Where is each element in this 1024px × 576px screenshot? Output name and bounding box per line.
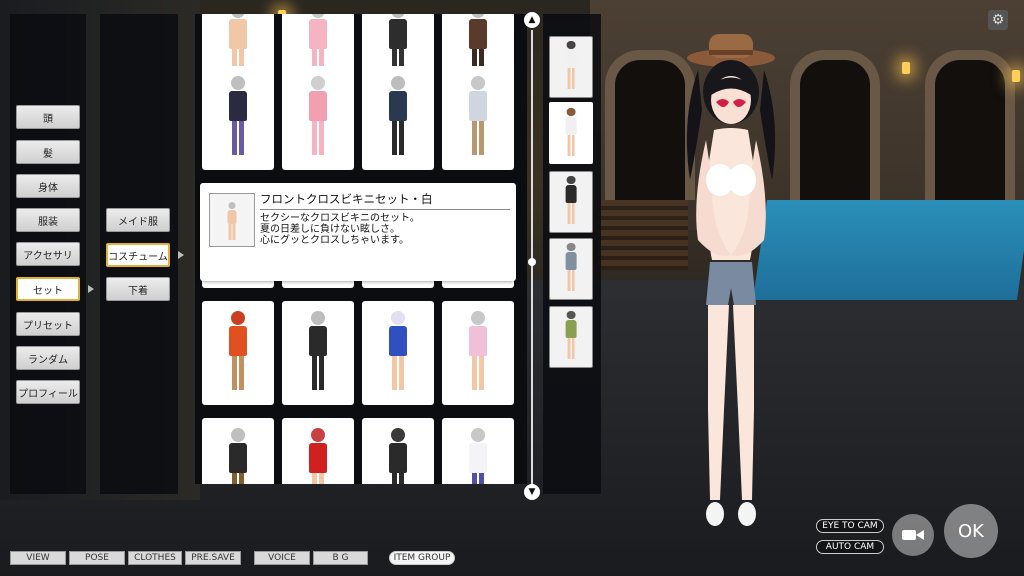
sub-menu-item[interactable]: 下着 — [106, 277, 170, 301]
tooltip-line-1: セクシーなクロスビキニのセット。 — [260, 213, 420, 224]
video-camera-icon[interactable] — [892, 514, 934, 556]
outfit-card[interactable] — [442, 66, 514, 170]
menu-pointer-icon — [88, 285, 94, 293]
outfit-figure — [229, 428, 247, 484]
scroll-up-icon[interactable]: ▲ — [524, 12, 540, 28]
outfit-card[interactable] — [442, 418, 514, 484]
outfit-card[interactable] — [282, 301, 354, 405]
outfit-figure — [565, 176, 577, 224]
auto-cam-button[interactable]: AUTO CAM — [816, 540, 884, 554]
preset-thumbnail[interactable] — [549, 238, 593, 300]
preset-thumbnail[interactable] — [549, 36, 593, 98]
main-menu-item[interactable]: アクセサリ — [16, 242, 80, 266]
preset-thumbnail[interactable] — [549, 102, 593, 164]
bottom-tab[interactable]: CLOTHES — [128, 551, 182, 565]
outfit-card[interactable] — [282, 66, 354, 170]
main-menu-item[interactable]: セット — [16, 277, 80, 301]
sub-menu-item[interactable]: コスチューム — [106, 243, 170, 267]
outfit-card[interactable] — [362, 418, 434, 484]
outfit-figure — [309, 311, 327, 390]
outfit-card[interactable] — [282, 418, 354, 484]
outfit-card[interactable] — [362, 66, 434, 170]
bottom-tab[interactable]: PRE.SAVE — [185, 551, 241, 565]
outfit-figure — [229, 311, 247, 390]
gear-icon[interactable]: ⚙ — [988, 10, 1008, 30]
outfit-card[interactable] — [362, 301, 434, 405]
outfit-figure — [309, 428, 327, 484]
main-menu-item[interactable]: 髪 — [16, 140, 80, 164]
main-menu-item[interactable]: ランダム — [16, 346, 80, 370]
main-menu-item[interactable]: 身体 — [16, 174, 80, 198]
outfit-figure — [389, 311, 407, 390]
pool — [752, 200, 1024, 300]
outfit-figure — [389, 76, 407, 155]
item-group-button[interactable]: ITEM GROUP — [389, 551, 455, 565]
arch — [925, 50, 1015, 200]
outfit-card[interactable] — [202, 418, 274, 484]
outfit-figure — [469, 76, 487, 155]
outfit-figure — [565, 311, 577, 359]
outfit-figure — [565, 243, 577, 291]
outfit-figure — [229, 76, 247, 155]
outfit-figure — [565, 108, 577, 156]
submenu-pointer-icon — [178, 251, 184, 259]
thumbnail-figure — [227, 202, 237, 240]
tooltip-description: セクシーなクロスビキニのセット。 夏の日差しに負けない眩しさ。 心にグッとクロス… — [260, 213, 420, 246]
preset-thumbnail[interactable] — [549, 306, 593, 368]
bottom-tab[interactable]: VOICE — [254, 551, 310, 565]
tooltip-thumbnail — [209, 193, 255, 247]
ok-button[interactable]: OK — [944, 504, 998, 558]
outfit-figure — [469, 428, 487, 484]
wall-lamp — [902, 62, 910, 74]
character-model — [686, 34, 776, 526]
outfit-card[interactable] — [202, 301, 274, 405]
bottom-tab[interactable]: B G — [313, 551, 368, 565]
wall-lamp — [1012, 70, 1020, 82]
outfit-figure — [565, 41, 577, 89]
outfit-figure — [389, 428, 407, 484]
video-camera-icon-glyph — [902, 530, 924, 540]
arch — [790, 50, 880, 200]
tooltip-title: フロントクロスビキニセット・白 — [260, 192, 433, 206]
item-tooltip: フロントクロスビキニセット・白 セクシーなクロスビキニのセット。 夏の日差しに負… — [200, 183, 516, 281]
outfit-figure — [469, 311, 487, 390]
eye-to-cam-button[interactable]: EYE TO CAM — [816, 519, 884, 533]
tooltip-divider — [260, 209, 510, 210]
scroll-thumb[interactable] — [528, 258, 536, 266]
main-menu-item[interactable]: プロフィール — [16, 380, 80, 404]
tooltip-line-3: 心にグッとクロスしちゃいます。 — [260, 235, 409, 246]
outfit-card[interactable] — [202, 66, 274, 170]
bench — [598, 200, 688, 270]
tooltip-line-2: 夏の日差しに負けない眩しさ。 — [260, 224, 400, 235]
bottom-tab[interactable]: POSE — [69, 551, 125, 565]
preset-thumbnail[interactable] — [549, 171, 593, 233]
outfit-card[interactable] — [442, 301, 514, 405]
sub-menu-item[interactable]: メイド服 — [106, 208, 170, 232]
main-menu-item[interactable]: 服装 — [16, 208, 80, 232]
bottom-tab[interactable]: VIEW — [10, 551, 66, 565]
main-menu-item[interactable]: プリセット — [16, 312, 80, 336]
scroll-down-icon[interactable]: ▼ — [524, 484, 540, 500]
main-menu-item[interactable]: 頭 — [16, 105, 80, 129]
outfit-figure — [309, 76, 327, 155]
